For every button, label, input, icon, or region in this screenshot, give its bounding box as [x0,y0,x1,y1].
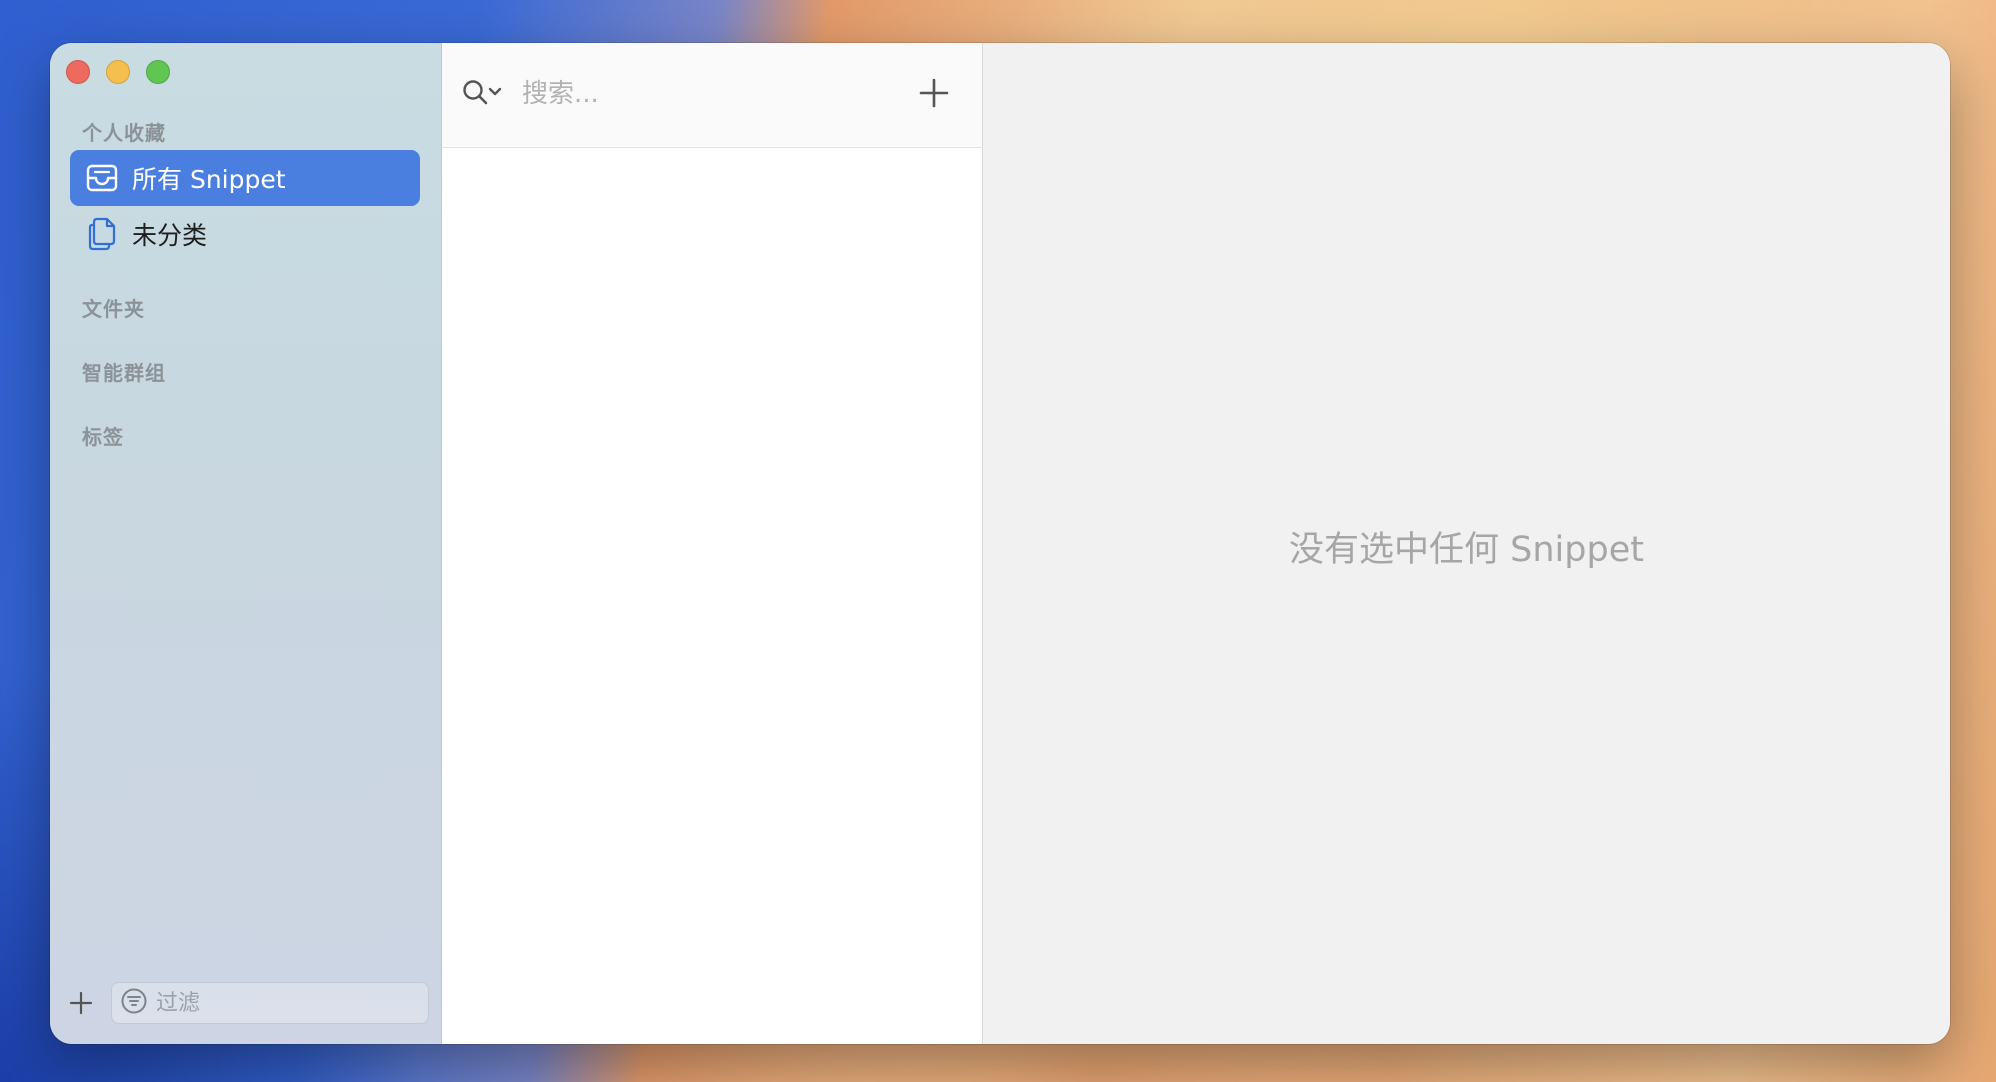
close-window-button[interactable] [66,60,90,84]
search-input[interactable] [520,73,884,115]
plus-icon [69,991,93,1015]
section-title-favorites: 个人收藏 [82,121,166,145]
tray-icon [86,162,118,194]
search-options-button[interactable] [462,79,508,109]
sidebar-item-uncategorized[interactable]: 未分类 [70,206,420,262]
sidebar-item-label: 所有 Snippet [132,165,286,194]
add-snippet-button[interactable] [916,75,952,111]
section-title-smart-groups[interactable]: 智能群组 [82,357,166,386]
zoom-window-button[interactable] [146,60,170,84]
filter-field[interactable] [111,982,429,1024]
plus-icon [919,78,949,108]
chevron-down-icon [488,87,502,96]
section-title-folders[interactable]: 文件夹 [82,293,145,322]
documents-icon [86,217,118,251]
minimize-window-button[interactable] [106,60,130,84]
filter-input[interactable] [154,989,418,1017]
app-window: 个人收藏 所有 Snippet 未分类 文件夹 智能群组 标签 过滤 搜索...… [50,43,1950,1044]
snippet-detail-pane: 没有选中任何 Snippet [983,43,1950,1044]
sidebar-item-label: 未分类 [132,221,208,250]
sidebar: 个人收藏 所有 Snippet 未分类 文件夹 智能群组 标签 过滤 [50,43,442,1044]
filter-icon [120,987,148,1019]
snippet-list-pane [442,43,983,1044]
section-title-tags[interactable]: 标签 [82,421,124,450]
empty-state-message: 没有选中任何 Snippet [1289,530,1644,570]
sidebar-item-all-snippets[interactable]: 所有 Snippet [70,150,420,206]
search-icon [463,80,488,105]
add-folder-button[interactable] [64,986,98,1020]
sidebar-footer [50,972,441,1044]
list-toolbar [442,43,982,148]
